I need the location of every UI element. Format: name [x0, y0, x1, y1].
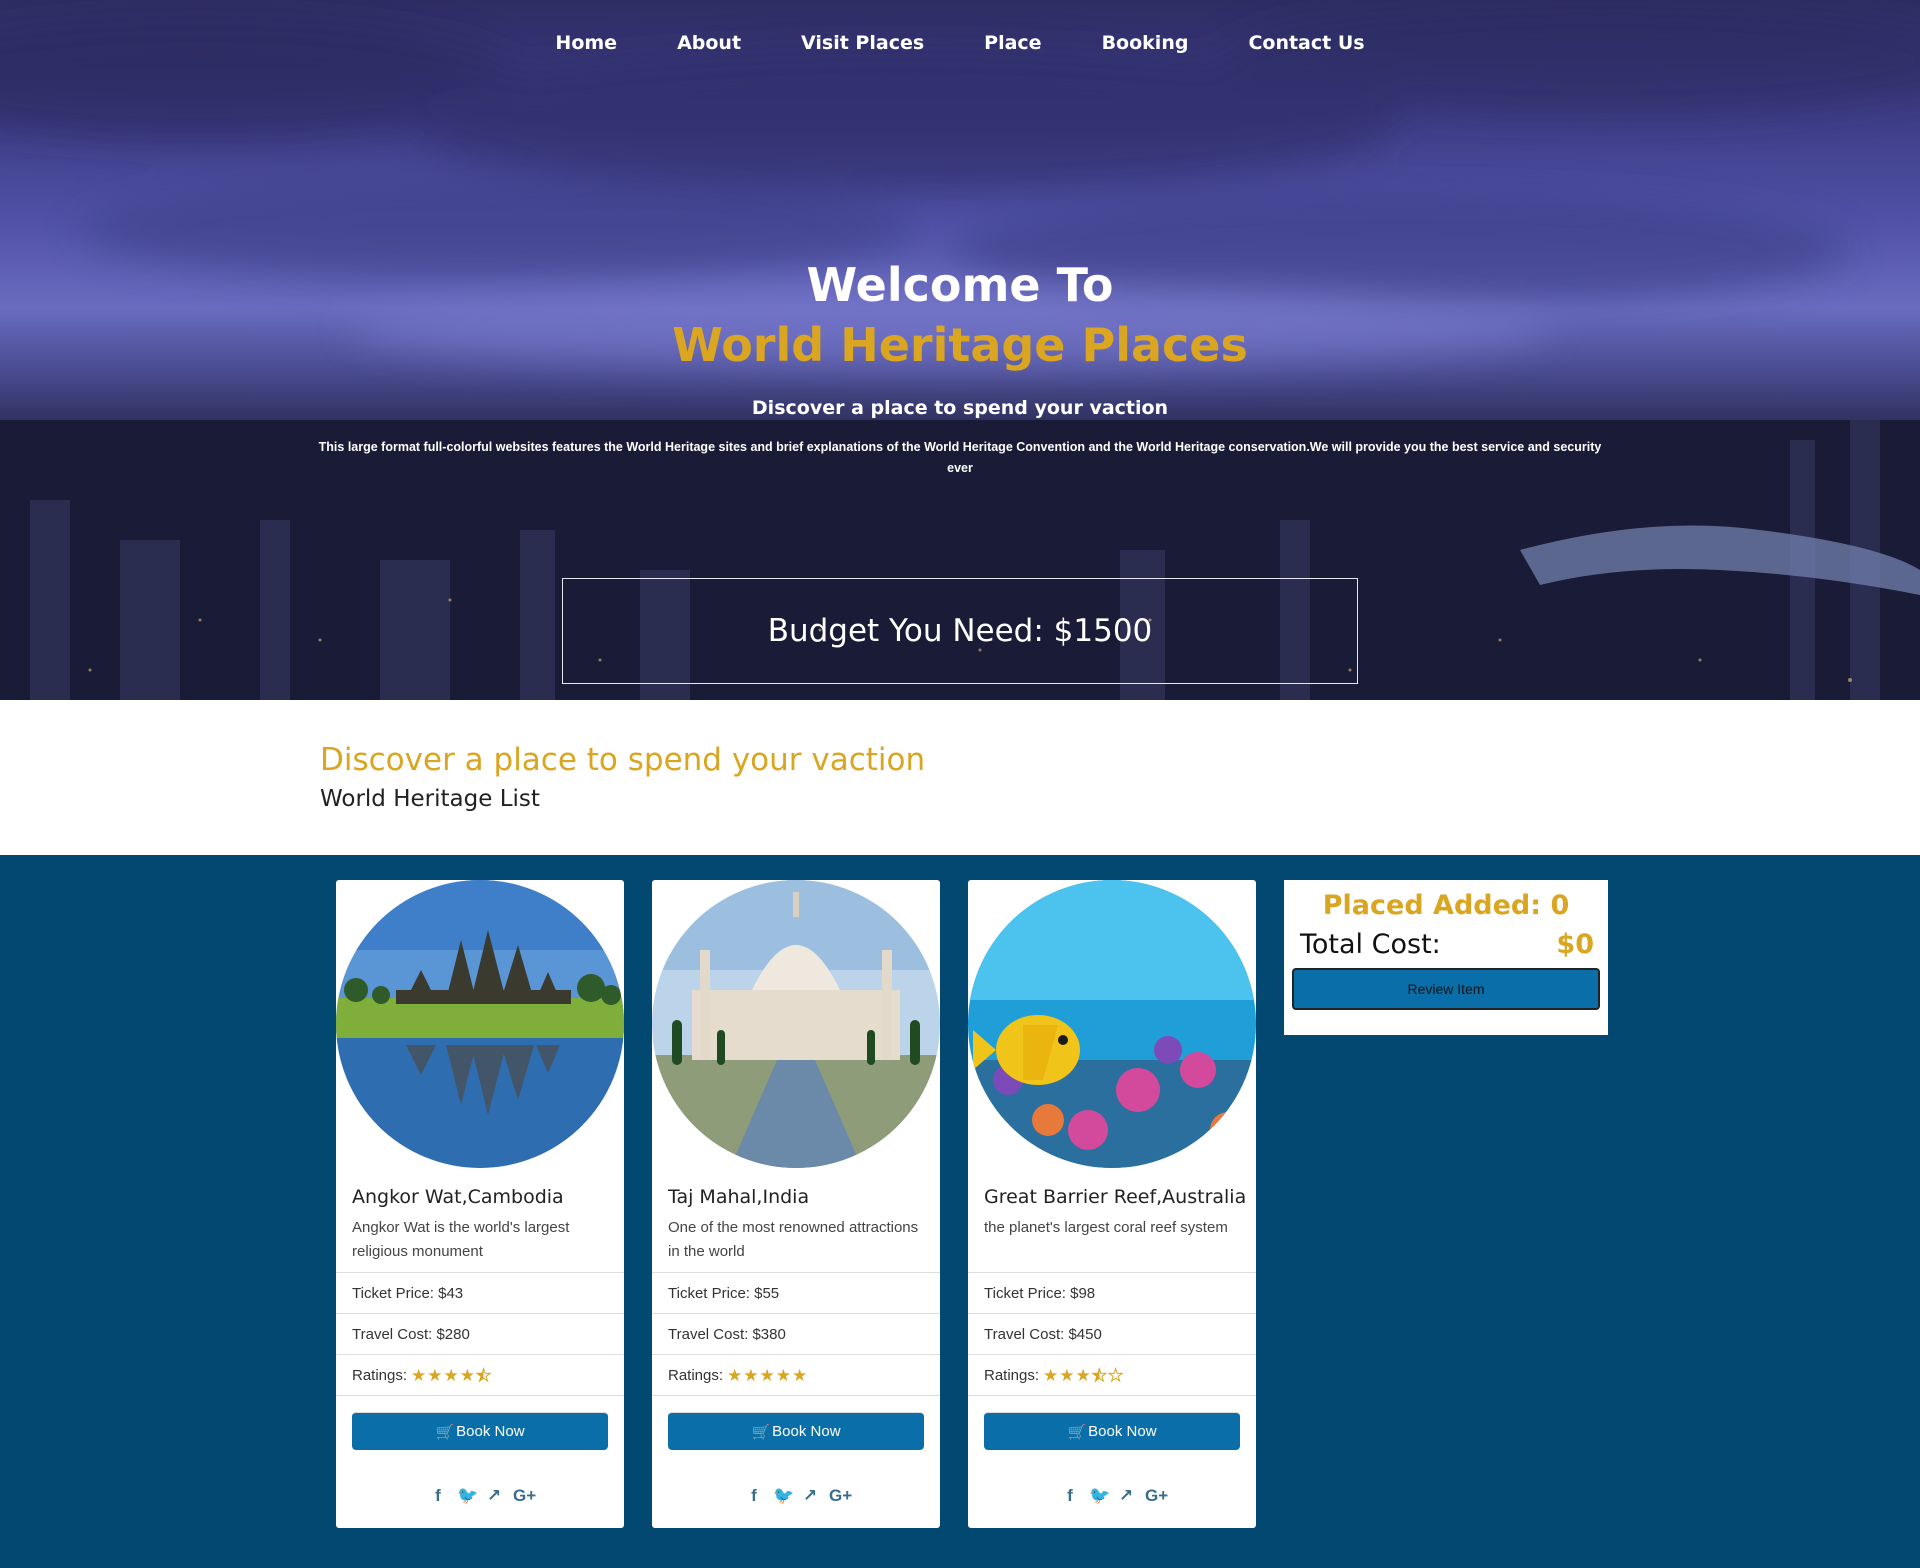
travel-cost: Travel Cost: $380 — [652, 1313, 940, 1354]
star-icon: ★ — [411, 1365, 427, 1385]
place-image-angkor-wat — [336, 880, 624, 1168]
place-card: Taj Mahal,India One of the most renowned… — [652, 880, 940, 1528]
google-plus-icon[interactable]: G+ — [513, 1486, 536, 1506]
facebook-icon[interactable]: f — [429, 1486, 447, 1506]
share-icon[interactable]: ↗ — [485, 1486, 503, 1506]
hero-banner: Home About Visit Places Place Booking Co… — [0, 0, 1920, 700]
book-now-button[interactable]: 🛒 Book Now — [352, 1412, 608, 1450]
place-image-great-barrier-reef — [968, 880, 1256, 1168]
star-icon: ★ — [1075, 1365, 1091, 1385]
place-title: Taj Mahal,India — [668, 1186, 810, 1208]
hero-welcome: Welcome To — [806, 258, 1114, 312]
nav-contact-us[interactable]: Contact Us — [1218, 32, 1394, 54]
star-icon: ★ — [1043, 1365, 1059, 1385]
total-cost-value: $0 — [1556, 929, 1594, 960]
hero-description: This large format full-colorful websites… — [318, 440, 1602, 475]
book-now-label: Book Now — [1088, 1423, 1157, 1440]
place-title: Great Barrier Reef,Australia — [984, 1186, 1247, 1208]
facebook-icon[interactable]: f — [1061, 1486, 1079, 1506]
places-added-count: Placed Added: 0 — [1322, 890, 1570, 921]
ratings-row: Ratings: ★ ★ ★ ★ ★ — [652, 1354, 940, 1395]
main-nav: Home About Visit Places Place Booking Co… — [0, 32, 1920, 54]
place-title: Angkor Wat,Cambodia — [352, 1186, 564, 1208]
intro-title: Discover a place to spend your vaction — [320, 742, 926, 778]
total-cost-row: Total Cost: $0 — [1292, 921, 1600, 960]
hero-brand-title: World Heritage Places — [672, 318, 1248, 372]
budget-box: Budget You Need: $1500 — [562, 578, 1358, 684]
star-icon: ★ — [792, 1365, 808, 1385]
nav-home[interactable]: Home — [525, 32, 647, 54]
book-now-label: Book Now — [772, 1423, 841, 1440]
star-icon: ★ — [476, 1365, 492, 1385]
intro-section: Discover a place to spend your vaction W… — [0, 700, 1920, 855]
ticket-price: Ticket Price: $98 — [968, 1272, 1256, 1313]
star-icon: ★ — [727, 1365, 743, 1385]
total-cost-label: Total Cost: — [1300, 929, 1441, 960]
intro-subtitle: World Heritage List — [320, 786, 540, 812]
ticket-price: Ticket Price: $43 — [336, 1272, 624, 1313]
cart-icon: 🛒 — [1067, 1423, 1087, 1441]
place-description: the planet's largest coral reef system — [984, 1219, 1228, 1236]
hero-subtitle: Discover a place to spend your vaction — [751, 397, 1169, 419]
ratings-row: Ratings: ★ ★ ★ ★ ★ — [968, 1354, 1256, 1395]
place-card: Great Barrier Reef,Australia the planet'… — [968, 880, 1256, 1528]
nav-booking[interactable]: Booking — [1072, 32, 1219, 54]
ratings-row: Ratings: ★ ★ ★ ★ ★ — [336, 1354, 624, 1395]
ratings-label: Ratings: — [984, 1366, 1040, 1384]
twitter-icon[interactable]: 🐦 — [1089, 1486, 1110, 1506]
travel-cost: Travel Cost: $280 — [336, 1313, 624, 1354]
star-icon: ★ — [427, 1365, 443, 1385]
star-icon: ★ — [759, 1365, 775, 1385]
travel-cost: Travel Cost: $450 — [968, 1313, 1256, 1354]
ratings-label: Ratings: — [668, 1366, 724, 1384]
book-now-button[interactable]: 🛒 Book Now — [668, 1412, 924, 1450]
social-icons: f 🐦 ↗ G+ — [968, 1486, 1256, 1506]
nav-about[interactable]: About — [647, 32, 771, 54]
facebook-icon[interactable]: f — [745, 1486, 763, 1506]
rating-stars: ★ ★ ★ ★ ★ — [1043, 1365, 1124, 1385]
place-description: Angkor Wat is the world's largest religi… — [352, 1219, 570, 1260]
cart-icon: 🛒 — [435, 1423, 455, 1441]
rating-stars: ★ ★ ★ ★ ★ — [727, 1367, 807, 1384]
ratings-label: Ratings: — [352, 1366, 408, 1384]
google-plus-icon[interactable]: G+ — [1145, 1486, 1168, 1506]
star-icon: ★ — [743, 1365, 759, 1385]
nav-visit-places[interactable]: Visit Places — [771, 32, 954, 54]
social-icons: f 🐦 ↗ G+ — [336, 1486, 624, 1506]
star-icon: ★ — [775, 1365, 792, 1385]
book-now-button[interactable]: 🛒 Book Now — [984, 1412, 1240, 1450]
nav-place[interactable]: Place — [954, 32, 1071, 54]
ticket-price: Ticket Price: $55 — [652, 1272, 940, 1313]
star-icon: ★ — [443, 1365, 459, 1385]
hero-text: Welcome To World Heritage Places Discove… — [0, 255, 1920, 479]
places-section: Angkor Wat,Cambodia Angkor Wat is the wo… — [0, 855, 1920, 1568]
book-now-label: Book Now — [456, 1423, 525, 1440]
twitter-icon[interactable]: 🐦 — [773, 1486, 794, 1506]
star-icon: ★ — [1059, 1365, 1075, 1385]
place-image-taj-mahal — [652, 880, 940, 1168]
twitter-icon[interactable]: 🐦 — [457, 1486, 478, 1506]
social-icons: f 🐦 ↗ G+ — [652, 1486, 940, 1506]
share-icon[interactable]: ↗ — [801, 1486, 819, 1506]
cart-icon: 🛒 — [751, 1423, 771, 1441]
star-icon: ★ — [1091, 1365, 1108, 1385]
place-card: Angkor Wat,Cambodia Angkor Wat is the wo… — [336, 880, 624, 1528]
star-icon: ★ — [459, 1365, 476, 1385]
review-item-button[interactable]: Review Item — [1292, 968, 1600, 1010]
google-plus-icon[interactable]: G+ — [829, 1486, 852, 1506]
cart-summary: Placed Added: 0 Total Cost: $0 Review It… — [1284, 880, 1608, 1035]
share-icon[interactable]: ↗ — [1117, 1486, 1135, 1506]
star-icon: ★ — [1108, 1365, 1124, 1385]
place-description: One of the most renowned attractions in … — [668, 1219, 919, 1260]
rating-stars: ★ ★ ★ ★ ★ — [411, 1365, 492, 1385]
